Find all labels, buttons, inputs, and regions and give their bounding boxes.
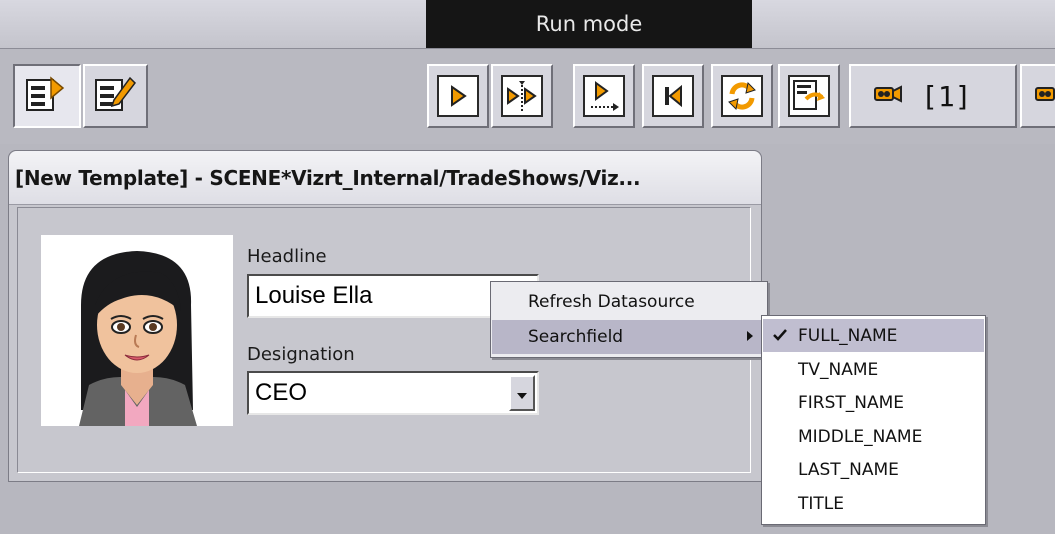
avatar	[41, 235, 233, 426]
headline-label: Headline	[247, 246, 327, 267]
submenu-item-label: LAST_NAME	[798, 459, 899, 480]
submenu-item-middle-name[interactable]: MIDDLE_NAME	[763, 420, 984, 453]
submenu-item-label: TV_NAME	[798, 359, 879, 380]
submenu-item-label: TITLE	[798, 493, 844, 514]
play-button[interactable]	[427, 64, 489, 128]
panel-title: [New Template] - SCENE*Vizrt_Internal/Tr…	[9, 151, 761, 205]
submenu-arrow-icon	[746, 327, 754, 347]
continue-button[interactable]	[491, 64, 553, 128]
submenu-item-label: FIRST_NAME	[798, 392, 905, 413]
designation-select[interactable]: CEO	[247, 371, 539, 415]
camera-selector[interactable]: [1]	[849, 64, 1017, 128]
submenu-item-full-name[interactable]: FULL_NAME	[763, 319, 984, 352]
camera-icon	[1034, 83, 1055, 109]
take-out-button[interactable]	[573, 64, 635, 128]
submenu-item-tv-name[interactable]: TV_NAME	[763, 353, 984, 386]
searchfield-submenu: FULL_NAME TV_NAME FIRST_NAME MIDDLE_NAME…	[761, 315, 986, 525]
submenu-item-last-name[interactable]: LAST_NAME	[763, 453, 984, 486]
designation-value: CEO	[255, 379, 308, 406]
rewind-icon	[652, 75, 694, 117]
rewind-button[interactable]	[642, 64, 704, 128]
preview-icon	[788, 75, 830, 117]
refresh-icon	[721, 75, 763, 117]
checkmark-icon	[773, 326, 787, 345]
menu-item-searchfield[interactable]: Searchfield	[492, 320, 766, 354]
template-list-button[interactable]	[13, 64, 81, 128]
preview-button[interactable]	[778, 64, 840, 128]
designation-label: Designation	[247, 344, 355, 365]
submenu-item-label: FULL_NAME	[798, 325, 898, 346]
dropdown-button[interactable]	[509, 375, 535, 411]
camera-selector-2[interactable]	[1020, 64, 1055, 128]
run-mode-title: Run mode	[426, 0, 752, 48]
template-list-icon	[25, 72, 69, 120]
camera-icon	[873, 83, 903, 109]
submenu-item-title[interactable]: TITLE	[763, 487, 984, 520]
refresh-button[interactable]	[711, 64, 773, 128]
menu-item-label: Searchfield	[528, 327, 624, 347]
context-menu: Refresh Datasource Searchfield	[490, 281, 768, 358]
submenu-item-label: MIDDLE_NAME	[798, 426, 923, 447]
continue-icon	[501, 75, 543, 117]
menu-item-label: Refresh Datasource	[528, 292, 695, 312]
menu-item-refresh-datasource[interactable]: Refresh Datasource	[492, 285, 766, 319]
submenu-item-first-name[interactable]: FIRST_NAME	[763, 386, 984, 419]
title-bar: Run mode	[0, 0, 1055, 49]
camera-label: [1]	[921, 79, 972, 113]
chevron-down-icon	[516, 379, 528, 407]
take-out-icon	[583, 75, 625, 117]
edit-template-icon	[94, 72, 138, 120]
edit-template-button[interactable]	[83, 64, 148, 128]
play-icon	[437, 75, 479, 117]
